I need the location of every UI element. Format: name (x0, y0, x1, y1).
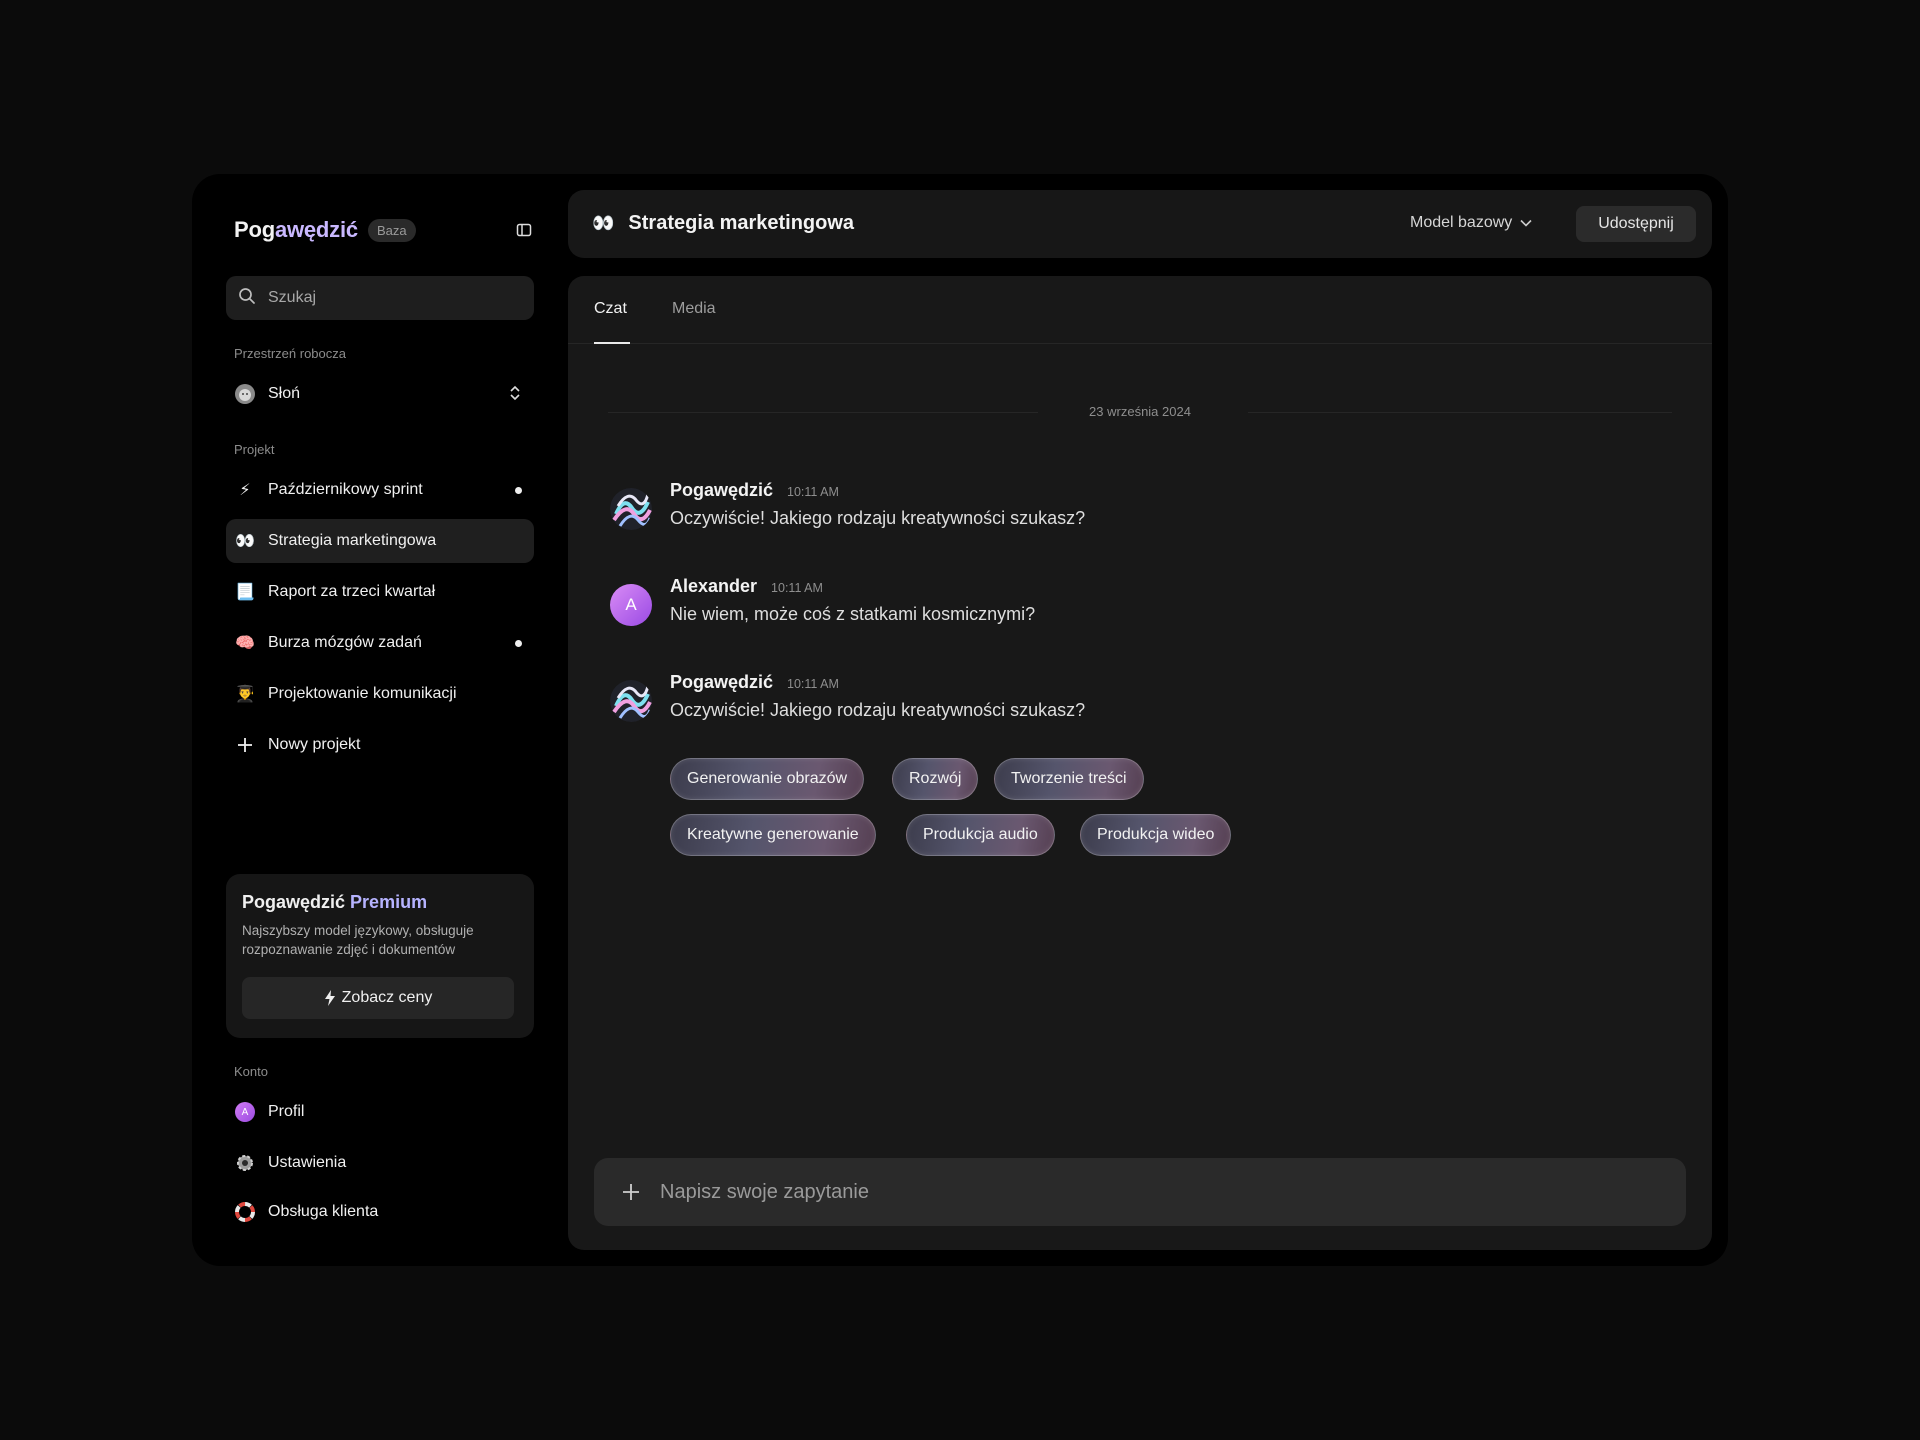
share-button[interactable]: Udostępnij (1576, 206, 1696, 242)
project-label-text: Październikowy sprint (268, 481, 423, 498)
sidebar-toggle-icon[interactable] (514, 220, 534, 240)
profile-label: Profil (268, 1103, 305, 1120)
app-logo: Pogawędzić (234, 217, 358, 242)
premium-description: Najszybszy model językowy, obsługuje roz… (242, 923, 474, 957)
new-project-button[interactable]: Nowy projekt (226, 723, 534, 767)
lightning-icon (324, 990, 336, 1006)
sidebar: Pogawędzić Baza Przestrzeń robocza Słoń … (192, 174, 568, 1266)
unread-dot (515, 639, 522, 647)
project-item-marketing-strategy[interactable]: 👀 Strategia marketingowa (226, 519, 534, 563)
sender-name: Alexander (670, 576, 758, 596)
settings-item[interactable]: Ustawienia (226, 1141, 534, 1185)
project-label-text: Raport za trzeci kwartał (268, 583, 436, 600)
message-time: 10:11 AM (787, 677, 839, 691)
message-header: Alexander 10:11 AM (670, 576, 823, 597)
model-select[interactable]: Model bazowy (1410, 214, 1532, 232)
tab-bar: Czat Media (568, 276, 1712, 344)
chevron-up-down-icon (508, 384, 522, 407)
suggestion-chip[interactable]: Produkcja wideo (1080, 814, 1232, 856)
plan-badge: Baza (367, 218, 416, 242)
message-time: 10:11 AM (787, 485, 839, 499)
project-label-text: Strategia marketingowa (268, 532, 437, 549)
student-icon: 👨‍🎓 (235, 686, 255, 703)
message-time: 10:11 AM (771, 581, 823, 595)
lightning-icon: ⚡ (239, 482, 251, 499)
workspace-avatar (234, 383, 256, 405)
chat-title-text: Strategia marketingowa (628, 212, 855, 234)
project-label-text: Projektowanie komunikacji (268, 685, 457, 702)
active-tab-indicator (594, 342, 630, 344)
sender-name: Pogawędzić (670, 480, 774, 500)
divider (1248, 412, 1672, 413)
chat-header: 👀 Strategia marketingowa Model bazowy Ud… (568, 190, 1712, 258)
search-box[interactable] (226, 276, 534, 320)
message-input[interactable] (660, 1180, 1620, 1204)
avatar: A (235, 1102, 255, 1122)
model-select-label: Model bazowy (1410, 214, 1513, 231)
workspace-label: Przestrzeń robocza (234, 346, 346, 361)
new-project-label: Nowy projekt (268, 736, 361, 753)
see-prices-label: Zobacz ceny (341, 989, 433, 1006)
project-item-october-sprint[interactable]: ⚡ Październikowy sprint (226, 468, 534, 512)
premium-card: Pogawędzić Premium Najszybszy model języ… (226, 874, 534, 1038)
message-header: Pogawędzić 10:11 AM (670, 480, 839, 501)
unread-dot (515, 486, 522, 494)
app-window: Pogawędzić Baza Przestrzeń robocza Słoń … (192, 174, 1728, 1266)
see-prices-button[interactable]: Zobacz ceny (242, 977, 514, 1019)
page-icon: 📃 (235, 584, 255, 601)
support-label: Obsługa klienta (268, 1203, 379, 1220)
project-item-q3-report[interactable]: 📃 Raport za trzeci kwartał (226, 570, 534, 614)
message-text: Nie wiem, może coś z statkami kosmicznym… (670, 604, 1036, 624)
sender-name: Pogawędzić (670, 672, 774, 692)
project-item-brainstorm[interactable]: 🧠 Burza mózgów zadań (226, 621, 534, 665)
message-text: Oczywiście! Jakiego rodzaju kreatywności… (670, 508, 1086, 528)
gear-icon (234, 1152, 256, 1174)
suggestion-chip[interactable]: Generowanie obrazów (670, 758, 865, 800)
chat-title: 👀 Strategia marketingowa (592, 212, 854, 235)
eyes-icon: 👀 (592, 213, 615, 233)
suggestion-chip[interactable]: Tworzenie treści (994, 758, 1144, 800)
project-label: Projekt (234, 442, 275, 457)
chevron-down-icon (1520, 219, 1532, 227)
search-icon (238, 287, 256, 310)
message-composer (594, 1158, 1686, 1226)
tab-chat[interactable]: Czat (594, 300, 627, 318)
settings-label: Ustawienia (268, 1154, 347, 1171)
search-input[interactable] (268, 289, 508, 307)
profile-item[interactable]: A Profil (226, 1090, 534, 1134)
premium-title: Pogawędzić Premium (242, 892, 428, 912)
bot-avatar (610, 488, 652, 530)
message-text: Oczywiście! Jakiego rodzaju kreatywności… (670, 700, 1086, 720)
eyes-icon: 👀 (235, 533, 255, 550)
bot-avatar (610, 680, 652, 722)
suggestion-chip[interactable]: Rozwój (892, 758, 979, 800)
tab-media[interactable]: Media (672, 300, 716, 318)
account-label: Konto (234, 1064, 268, 1079)
message-header: Pogawędzić 10:11 AM (670, 672, 839, 693)
chat-panel: Czat Media 23 września 2024 Pogawędzić 1… (568, 276, 1712, 1250)
workspace-name: Słoń (268, 385, 301, 402)
lifebuoy-icon (234, 1201, 256, 1223)
profile-avatar-wrap: A (234, 1101, 256, 1123)
brain-icon: 🧠 (235, 635, 255, 652)
suggestion-chip[interactable]: Kreatywne generowanie (670, 814, 876, 856)
workspace-switcher[interactable]: Słoń (226, 372, 534, 416)
support-item[interactable]: Obsługa klienta (226, 1190, 534, 1234)
project-label-text: Burza mózgów zadań (268, 634, 422, 651)
user-avatar: A (610, 584, 652, 626)
date-separator: 23 września 2024 (608, 402, 1672, 422)
project-item-communication-design[interactable]: 👨‍🎓 Projektowanie komunikacji (226, 672, 534, 716)
plus-icon (234, 734, 256, 756)
suggestion-chip[interactable]: Produkcja audio (906, 814, 1055, 856)
brand-row: Pogawędzić Baza (234, 214, 534, 246)
attach-plus-icon[interactable] (620, 1181, 642, 1203)
